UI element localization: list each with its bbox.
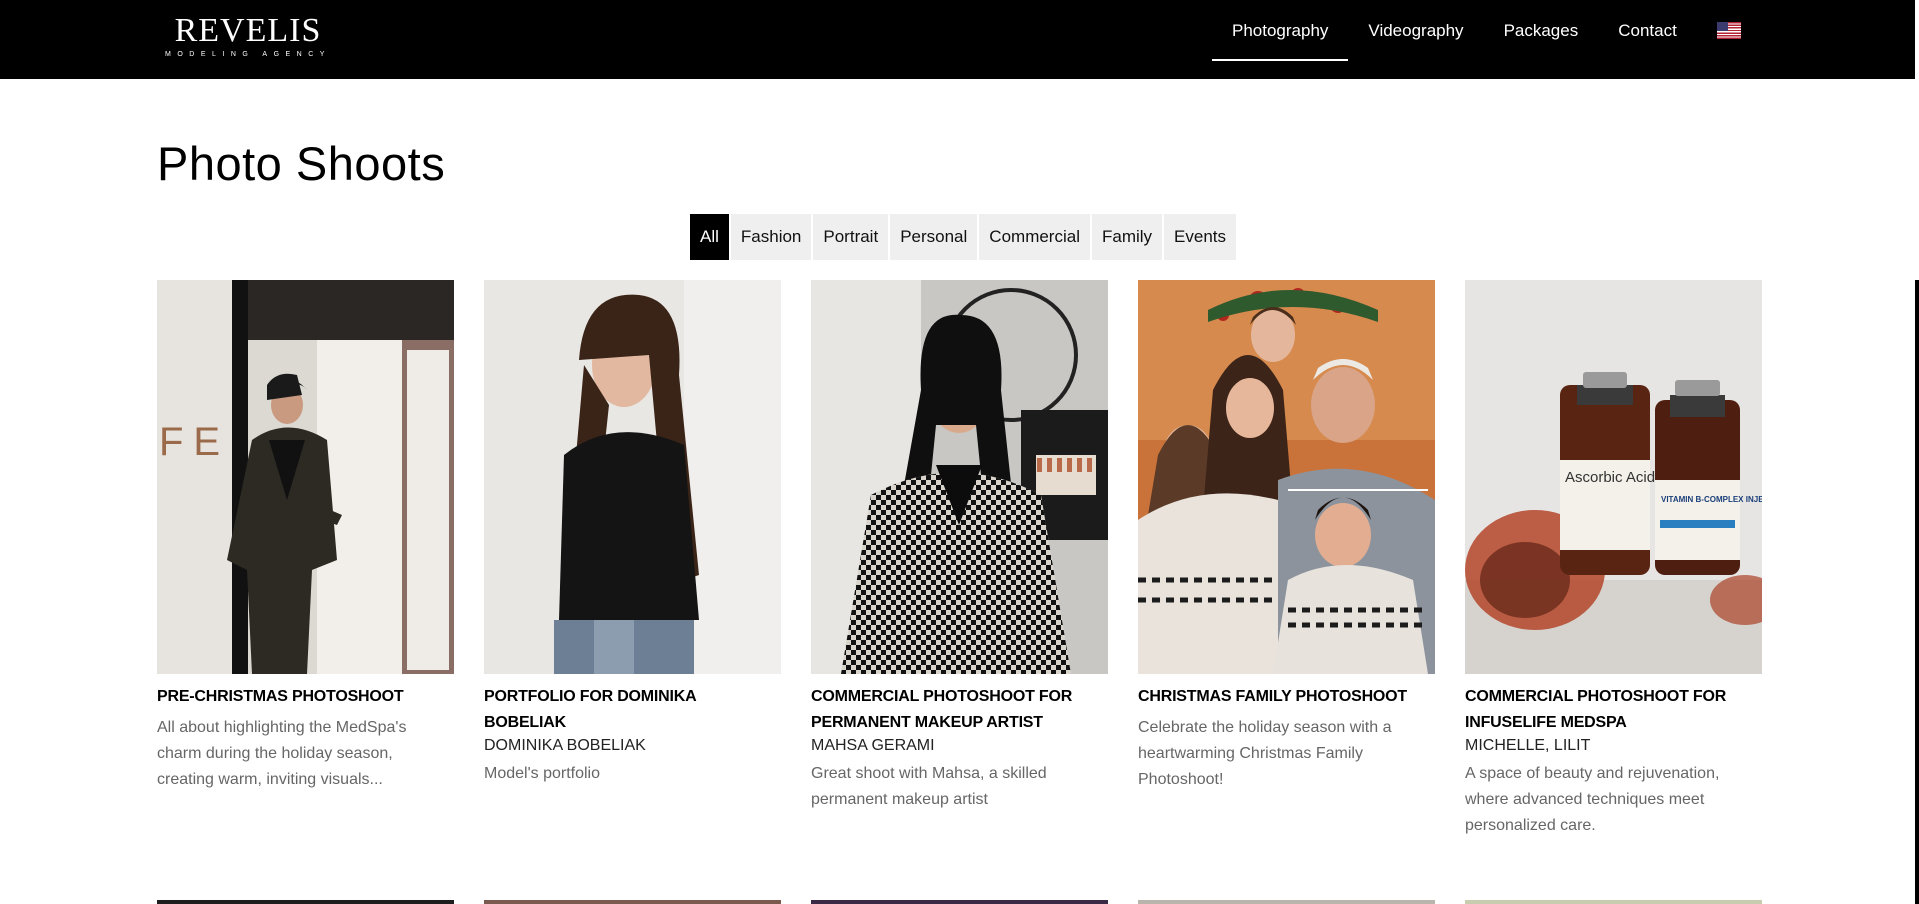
card-image-christmas-family[interactable] [1138, 280, 1435, 674]
logo-wordmark: REVELIS [174, 12, 322, 49]
card-image-mahsa[interactable] [811, 280, 1108, 674]
nav-contact[interactable]: Contact [1598, 0, 1697, 61]
nav-videography[interactable]: Videography [1348, 0, 1483, 61]
shoot-card: FE PRE-CHRISTMAS PHOTOSHOOT All about hi… [157, 280, 454, 839]
card-description: Celebrate the holiday season with a hear… [1138, 719, 1392, 788]
nav-photography[interactable]: Photography [1212, 0, 1349, 61]
main-nav: Photography Videography Packages Contact [1212, 0, 1741, 61]
next-row-card-top [1465, 900, 1762, 904]
filter-commercial[interactable]: Commercial [979, 214, 1090, 260]
logo-tagline: MODELING AGENCY [165, 51, 331, 58]
category-filters: All Fashion Portrait Personal Commercial… [690, 214, 1238, 260]
filter-fashion[interactable]: Fashion [730, 214, 812, 260]
card-client: DOMINIKA BOBELIAK [484, 737, 646, 754]
card-description: Model's portfolio [484, 765, 600, 782]
filter-personal[interactable]: Personal [890, 214, 978, 260]
card-image-infuselife[interactable]: Ascorbic Acid Injection VITAMIN B-COMPLE… [1465, 280, 1762, 674]
site-header: REVELIS MODELING AGENCY Photography Vide… [0, 0, 1915, 79]
card-client: MICHELLE, LILIT [1465, 737, 1591, 754]
card-image-pre-christmas[interactable]: FE [157, 280, 454, 674]
card-description: Great shoot with Mahsa, a skilled perman… [811, 765, 1047, 808]
filter-portrait[interactable]: Portrait [813, 214, 889, 260]
scrollbar-edge[interactable] [1915, 280, 1919, 904]
card-description: A space of beauty and rejuvenation, wher… [1465, 765, 1720, 834]
card-description: All about highlighting the MedSpa's char… [157, 719, 407, 788]
card-title[interactable]: CHRISTMAS FAMILY PHOTOSHOOT [1138, 684, 1435, 710]
card-title[interactable]: PRE-CHRISTMAS PHOTOSHOOT [157, 684, 454, 710]
card-client: MAHSA GERAMI [811, 737, 935, 754]
filter-family[interactable]: Family [1091, 214, 1163, 260]
card-image-dominika[interactable] [484, 280, 781, 674]
shoot-card: Ascorbic Acid Injection VITAMIN B-COMPLE… [1465, 280, 1762, 839]
shoot-card: CHRISTMAS FAMILY PHOTOSHOOT Celebrate th… [1138, 280, 1435, 839]
shoot-card: COMMERCIAL PHOTOSHOOT FOR PERMANENT MAKE… [811, 280, 1108, 839]
shoot-card: PORTFOLIO FOR DOMINIKA BOBELIAK DOMINIKA… [484, 280, 781, 839]
page-title: Photo Shoots [157, 137, 446, 190]
filter-all[interactable]: All [690, 214, 729, 260]
next-row-card-top [484, 900, 781, 904]
photo-shoot-grid: FE PRE-CHRISTMAS PHOTOSHOOT All about hi… [157, 280, 1762, 839]
next-row-card-top [1138, 900, 1435, 904]
storefront-letters: FE [159, 420, 230, 464]
next-row-card-top [157, 900, 454, 904]
card-title[interactable]: COMMERCIAL PHOTOSHOOT FOR PERMANENT MAKE… [811, 684, 1108, 736]
card-title[interactable]: COMMERCIAL PHOTOSHOOT FOR INFUSELIFE MED… [1465, 684, 1762, 736]
nav-packages[interactable]: Packages [1484, 0, 1599, 61]
card-title[interactable]: PORTFOLIO FOR DOMINIKA BOBELIAK [484, 684, 781, 736]
flag-canton [1716, 22, 1728, 31]
filter-events[interactable]: Events [1164, 214, 1237, 260]
logo[interactable]: REVELIS MODELING AGENCY [165, 14, 331, 60]
vial-label-b-complex: VITAMIN B-COMPLEX INJECTION [1661, 495, 1762, 504]
next-row-card-top [811, 900, 1108, 904]
us-flag-icon[interactable] [1716, 22, 1741, 39]
